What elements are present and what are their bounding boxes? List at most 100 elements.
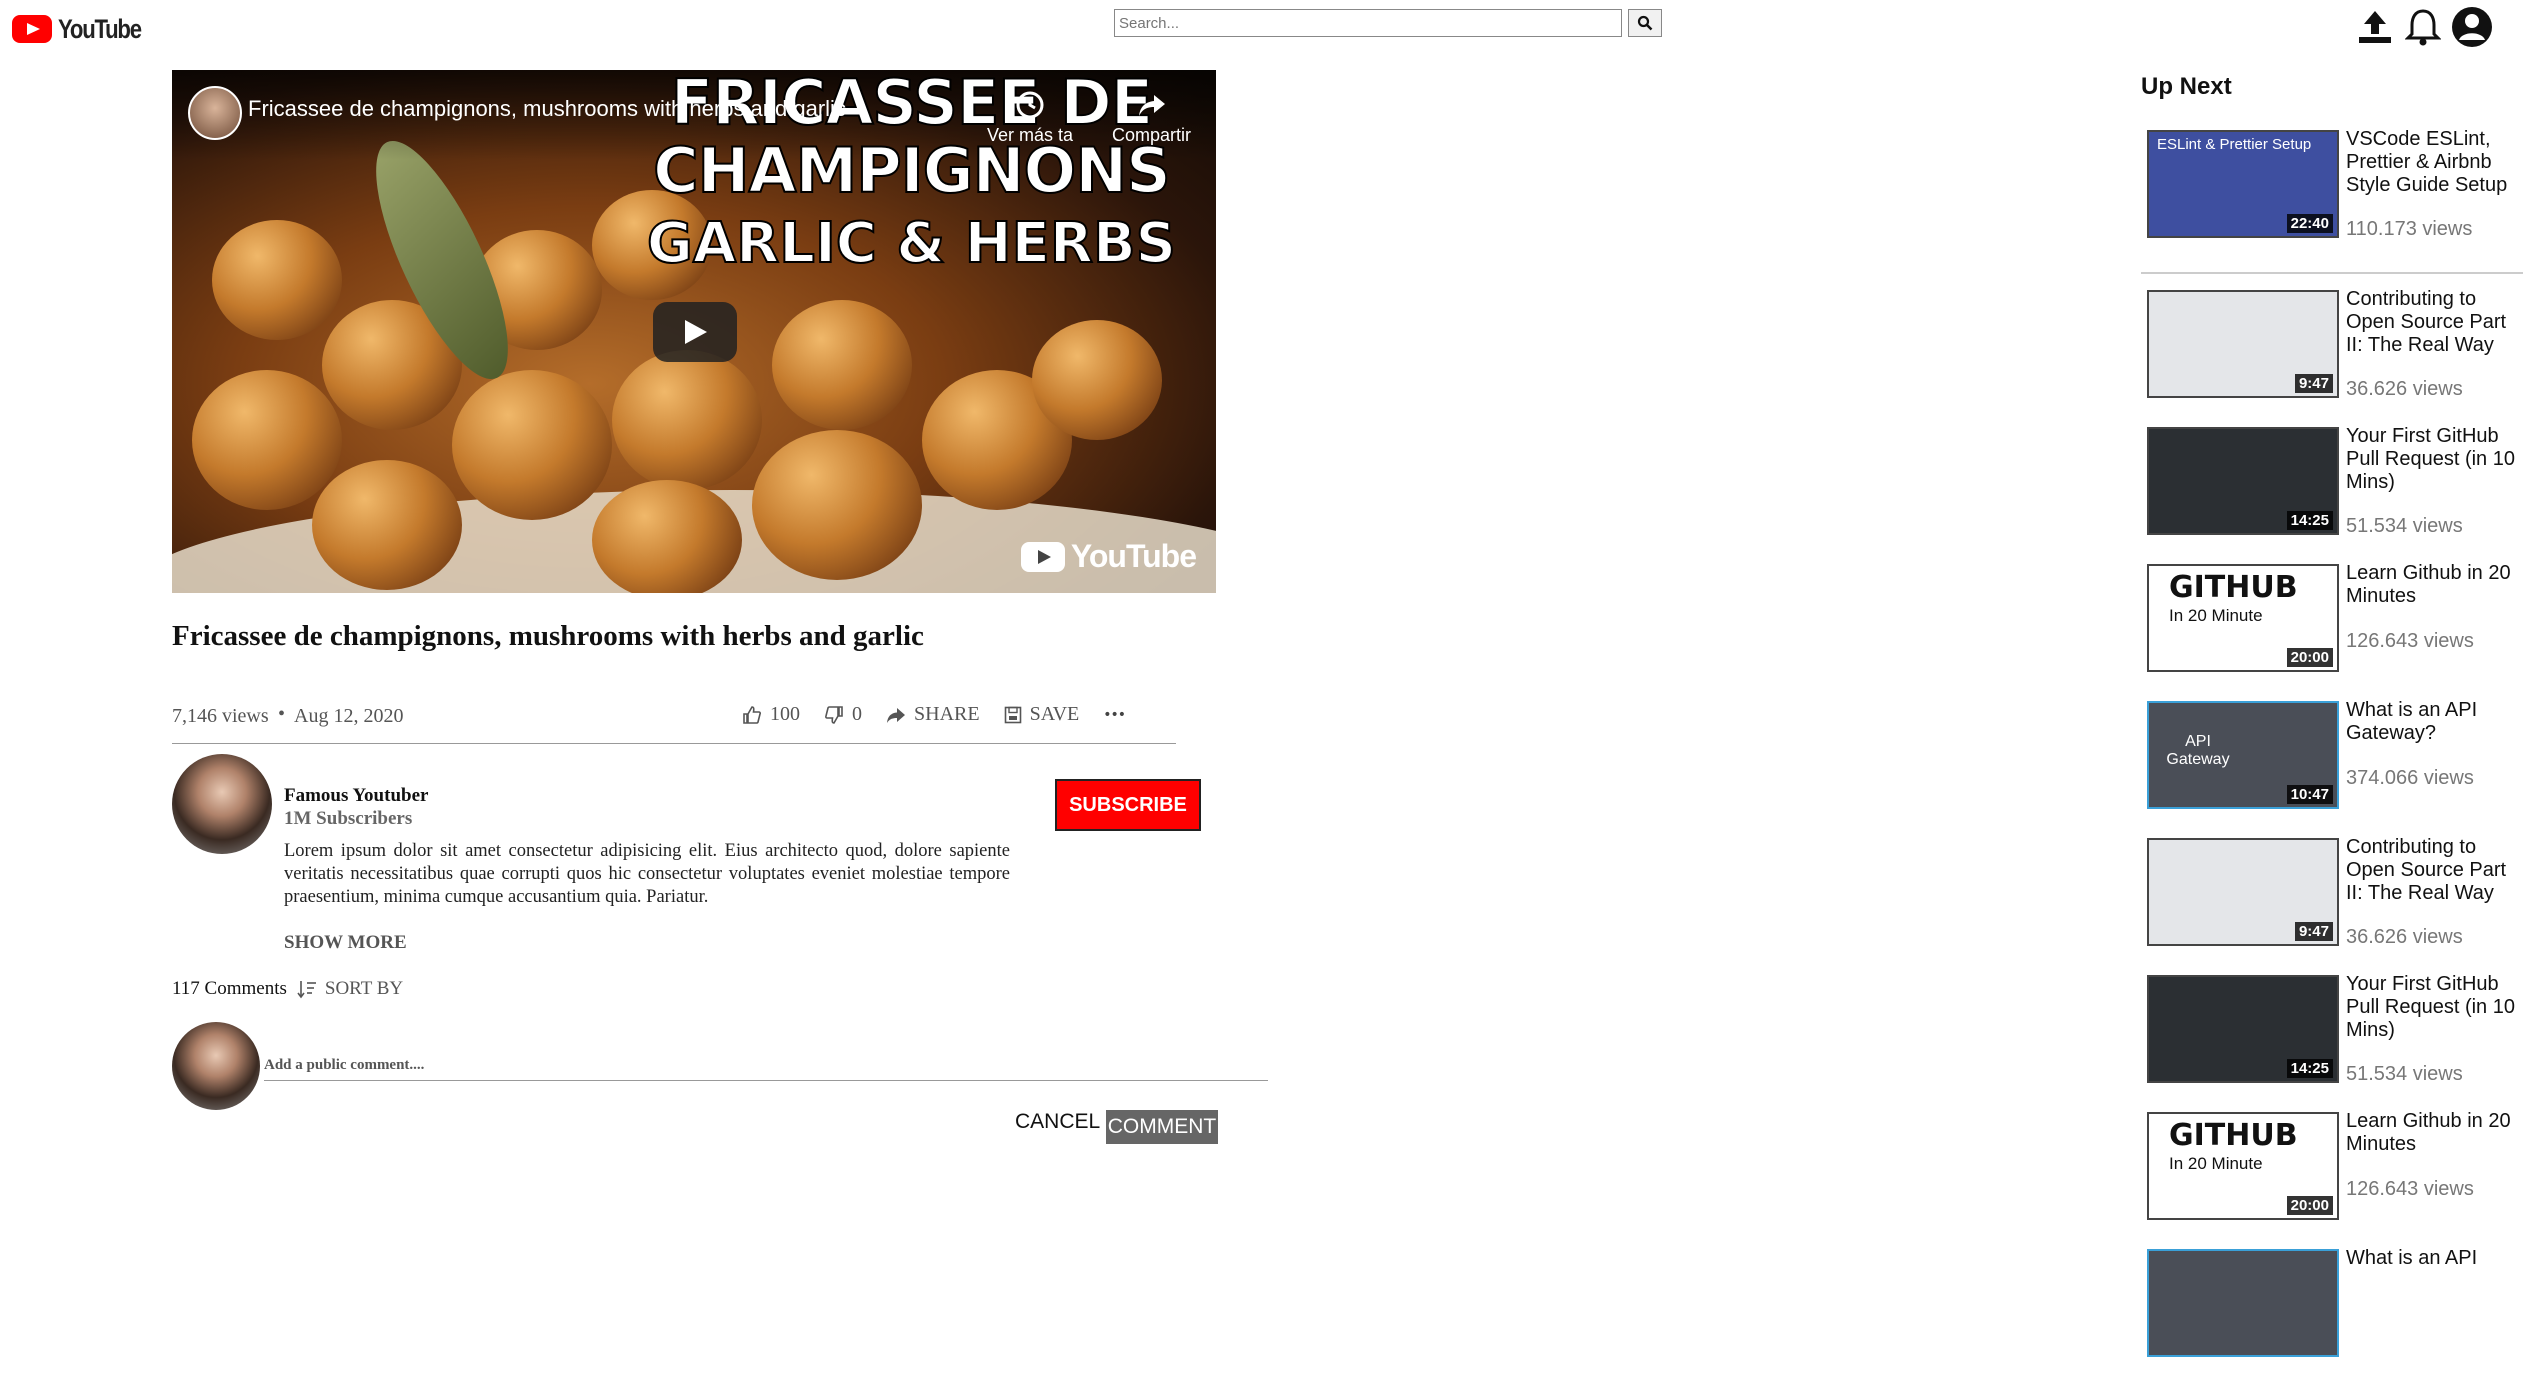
sort-button[interactable]: SORT BY	[297, 978, 403, 1000]
play-button[interactable]	[653, 302, 737, 362]
overlay-title[interactable]: Fricassee de champignons, mushrooms with…	[248, 96, 846, 122]
thumbs-up-icon	[743, 705, 761, 724]
video-duration: 10:47	[2286, 785, 2333, 804]
subscribe-button[interactable]: SUBSCRIBE	[1055, 779, 1201, 831]
up-next-view-count: 126.643 views	[2346, 1178, 2474, 1200]
up-next-video-title[interactable]: Your First GitHub Pull Request (in 10 Mi…	[2346, 973, 2521, 1042]
up-next-view-count: 51.534 views	[2346, 515, 2463, 537]
bell-icon[interactable]	[2405, 7, 2441, 47]
like-count: 100	[770, 703, 800, 725]
up-next-video-title[interactable]: What is an API	[2346, 1247, 2521, 1270]
up-next-item[interactable]: 14:25 Your First GitHub Pull Request (in …	[2141, 425, 2523, 562]
thumbnail-mushroom	[1032, 320, 1162, 440]
video-thumbnail[interactable]: 14:25	[2147, 427, 2339, 535]
thumbs-down-icon	[825, 705, 843, 724]
comment-button[interactable]: COMMENT	[1106, 1110, 1218, 1144]
video-thumbnail[interactable]: 9:47	[2147, 290, 2339, 398]
search-button[interactable]	[1628, 9, 1662, 37]
more-options-icon: •••	[1103, 706, 1126, 723]
video-thumbnail[interactable]: 9:47	[2147, 838, 2339, 946]
video-thumbnail[interactable]: ESLint & Prettier Setup 22:40	[2147, 130, 2339, 238]
dislike-count: 0	[852, 703, 862, 725]
up-next-video-title[interactable]: Contributing to Open Source Part II: The…	[2346, 288, 2521, 357]
video-description: Lorem ipsum dolor sit amet consectetur a…	[284, 841, 1010, 907]
upload-icon[interactable]	[2355, 7, 2395, 47]
up-next-item[interactable]: GITHUB In 20 Minute 20:00 Learn Github in 2…	[2141, 562, 2523, 699]
thumbnail-text: API Gateway	[2166, 733, 2230, 768]
up-next-title: Up Next	[2141, 73, 2232, 100]
view-count: 7,146 views	[172, 705, 269, 727]
search-input[interactable]	[1114, 9, 1622, 37]
youtube-logo[interactable]: YouTube	[12, 12, 159, 46]
thumbnail-mushroom	[452, 370, 612, 520]
show-more-button[interactable]: SHOW MORE	[284, 932, 407, 954]
like-button[interactable]: 100	[742, 703, 800, 726]
headline-line-3: GARLIC & HERBS	[646, 211, 1177, 276]
share-icon	[887, 707, 905, 723]
video-duration: 9:47	[2294, 374, 2333, 393]
thumbnail-subtext: In 20 Minute	[2169, 1154, 2263, 1173]
up-next-list: ESLint & Prettier Setup 22:40 VSCode ESLin…	[2141, 128, 2523, 1384]
up-next-item[interactable]: What is an API	[2141, 1247, 2523, 1384]
video-meta-bar: 7,146 views • Aug 12, 2020 100 0 SHARE S…	[172, 703, 1176, 744]
up-next-view-count: 110.173 views	[2346, 218, 2473, 240]
search-bar	[1114, 9, 1662, 37]
youtube-play-icon	[12, 15, 52, 43]
watch-later-control[interactable]: Ver más ta	[987, 90, 1073, 146]
up-next-view-count: 36.626 views	[2346, 378, 2463, 400]
account-icon[interactable]	[2451, 6, 2493, 48]
comment-input[interactable]	[264, 1050, 1268, 1081]
save-button[interactable]: SAVE	[1004, 703, 1080, 726]
up-next-item[interactable]: ESLint & Prettier Setup 22:40 VSCode ESLin…	[2141, 128, 2523, 274]
thumbnail-subtext: In 20 Minute	[2169, 606, 2263, 625]
youtube-watermark[interactable]: YouTube	[1020, 538, 1197, 575]
thumbnail-mushroom	[772, 300, 912, 430]
thumbnail-text: ESLint & Prettier Setup	[2157, 136, 2312, 153]
up-next-item[interactable]: 14:25 Your First GitHub Pull Request (in …	[2141, 973, 2523, 1110]
logo-text: YouTube	[58, 13, 142, 44]
video-duration: 20:00	[2286, 648, 2333, 667]
thumbnail-mushroom	[592, 480, 742, 593]
up-next-video-title[interactable]: Your First GitHub Pull Request (in 10 Mi…	[2346, 425, 2521, 494]
share-control-label: Compartir	[1112, 125, 1192, 145]
up-next-video-title[interactable]: Learn Github in 20 Minutes	[2346, 1110, 2521, 1156]
sort-label: SORT BY	[324, 978, 404, 999]
comment-count: 117 Comments	[172, 978, 287, 999]
thumbnail-mushroom	[752, 430, 922, 580]
channel-name[interactable]: Famous Youtuber	[284, 785, 428, 807]
comments-header: 117 Comments SORT BY	[172, 978, 403, 1000]
video-thumbnail[interactable]: API Gateway 10:47	[2147, 701, 2339, 809]
up-next-item[interactable]: 9:47 Contributing to Open Source Part II:…	[2141, 288, 2523, 425]
share-control[interactable]: Compartir	[1112, 90, 1191, 146]
save-label: SAVE	[1029, 703, 1080, 725]
video-thumbnail[interactable]: GITHUB In 20 Minute 20:00	[2147, 564, 2339, 672]
video-duration: 22:40	[2286, 214, 2333, 233]
up-next-view-count: 374.066 views	[2346, 767, 2474, 789]
up-next-item[interactable]: GITHUB In 20 Minute 20:00 Learn Github in 2…	[2141, 1110, 2523, 1247]
video-thumbnail[interactable]: 14:25	[2147, 975, 2339, 1083]
share-button[interactable]: SHARE	[886, 703, 980, 726]
watch-later-label: Ver más ta	[987, 125, 1074, 145]
video-duration: 14:25	[2286, 1059, 2333, 1078]
up-next-item[interactable]: API Gateway 10:47 What is an API Gateway? 3…	[2141, 699, 2523, 836]
up-next-video-title[interactable]: VSCode ESLint, Prettier & Airbnb Style G…	[2346, 128, 2521, 197]
channel-avatar[interactable]	[172, 754, 272, 854]
video-player[interactable]: FRICASSEE DE CHAMPIGNONS GARLIC & HERBS …	[172, 70, 1216, 593]
up-next-video-title[interactable]: Contributing to Open Source Part II: The…	[2346, 836, 2521, 905]
user-avatar	[172, 1022, 260, 1110]
video-thumbnail[interactable]	[2147, 1249, 2339, 1357]
share-arrow-icon	[1138, 95, 1165, 116]
publish-date: Aug 12, 2020	[294, 705, 404, 727]
up-next-video-title[interactable]: Learn Github in 20 Minutes	[2346, 562, 2521, 608]
dislike-button[interactable]: 0	[824, 703, 862, 726]
subscriber-count: 1M Subscribers	[284, 808, 413, 829]
video-actions: 100 0 SHARE SAVE •••	[742, 703, 1139, 726]
up-next-view-count: 126.643 views	[2346, 630, 2474, 652]
thumbnail-text: GITHUB	[2169, 1118, 2298, 1153]
channel-avatar-overlay[interactable]	[188, 86, 242, 140]
cancel-button[interactable]: CANCEL	[1015, 1110, 1100, 1134]
video-thumbnail[interactable]: GITHUB In 20 Minute 20:00	[2147, 1112, 2339, 1220]
up-next-video-title[interactable]: What is an API Gateway?	[2346, 699, 2521, 745]
more-options-button[interactable]: •••	[1103, 706, 1126, 723]
up-next-item[interactable]: 9:47 Contributing to Open Source Part II:…	[2141, 836, 2523, 973]
